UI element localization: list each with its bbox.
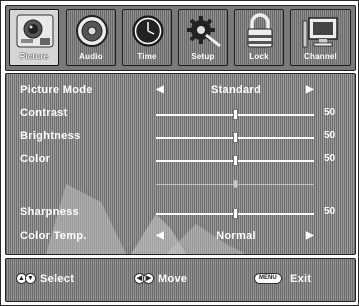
tab-label: Lock — [249, 52, 269, 61]
picture-mode-label: Picture Mode — [20, 84, 93, 96]
tv-osd-menu: Picture Audio Time Setup Lock Channel Pi… — [0, 0, 359, 306]
picture-camera-icon — [16, 14, 54, 48]
tab-label: Time — [137, 52, 157, 61]
tab-label: Picture — [19, 52, 49, 61]
picture-settings-panel: Picture Mode ◀ Standard ▶ Contrast 50 Br… — [5, 73, 356, 255]
tab-setup[interactable]: Setup — [178, 9, 228, 66]
move-hint-label: Move — [158, 273, 188, 285]
brightness-row[interactable]: Brightness 50 — [6, 126, 355, 148]
brightness-label: Brightness — [20, 130, 81, 142]
brightness-slider-knob[interactable] — [233, 132, 238, 143]
sharpness-value: 50 — [324, 206, 336, 217]
exit-hint: MENU Exit — [254, 272, 349, 288]
sharpness-row[interactable]: Sharpness 50 — [6, 202, 355, 224]
monitor-icon — [302, 17, 338, 48]
tint-row-disabled — [6, 172, 355, 194]
color-row[interactable]: Color 50 — [6, 149, 355, 171]
color-temp-row[interactable]: Color Temp. ◀ Normal ▶ — [6, 226, 355, 248]
padlock-icon — [247, 13, 273, 48]
gear-wrench-icon — [187, 16, 221, 48]
right-arrow-icon[interactable]: ▶ — [306, 230, 314, 241]
color-label: Color — [20, 153, 51, 165]
contrast-value: 50 — [324, 107, 336, 118]
left-right-keys: ◀ ▶ — [134, 273, 154, 291]
color-temp-label: Color Temp. — [20, 230, 87, 242]
tab-audio[interactable]: Audio — [66, 9, 116, 66]
color-temp-value: Normal — [216, 230, 256, 242]
sharpness-label: Sharpness — [20, 206, 79, 218]
right-arrow-icon[interactable]: ▶ — [306, 84, 314, 95]
menu-tab-bar: Picture Audio Time Setup Lock Channel — [5, 5, 356, 71]
tab-label: Audio — [79, 52, 103, 61]
tab-time[interactable]: Time — [122, 9, 172, 66]
contrast-label: Contrast — [20, 107, 68, 119]
key-hint-bar: ▲ ▼ Select ◀ ▶ Move MENU Exit — [5, 258, 356, 302]
picture-mode-row[interactable]: Picture Mode ◀ Standard ▶ — [6, 80, 355, 102]
menu-key-icon: MENU — [254, 273, 282, 284]
tint-slider-knob — [233, 180, 238, 188]
left-arrow-icon[interactable]: ◀ — [156, 84, 164, 95]
sharpness-slider-knob[interactable] — [233, 208, 238, 219]
speaker-icon — [76, 15, 108, 47]
tab-label: Setup — [191, 52, 215, 61]
contrast-row[interactable]: Contrast 50 — [6, 103, 355, 125]
tab-lock[interactable]: Lock — [234, 9, 284, 66]
clock-icon — [132, 15, 164, 47]
select-hint-label: Select — [40, 273, 75, 285]
color-value: 50 — [324, 153, 336, 164]
color-slider-knob[interactable] — [233, 155, 238, 166]
brightness-value: 50 — [324, 130, 336, 141]
tab-channel[interactable]: Channel — [290, 9, 351, 66]
tab-picture[interactable]: Picture — [9, 9, 59, 66]
exit-hint-label: Exit — [290, 273, 312, 285]
picture-mode-value: Standard — [210, 84, 262, 96]
left-arrow-icon[interactable]: ◀ — [156, 230, 164, 241]
select-hint: ▲ ▼ Select — [16, 272, 106, 288]
contrast-slider-knob[interactable] — [233, 109, 238, 120]
menu-key: MENU — [254, 273, 282, 291]
up-down-keys: ▲ ▼ — [16, 273, 36, 291]
tab-label: Channel — [304, 52, 337, 61]
right-arrow-key-icon: ▶ — [143, 273, 154, 284]
move-hint: ◀ ▶ Move — [134, 272, 224, 288]
down-arrow-key-icon: ▼ — [25, 273, 36, 284]
